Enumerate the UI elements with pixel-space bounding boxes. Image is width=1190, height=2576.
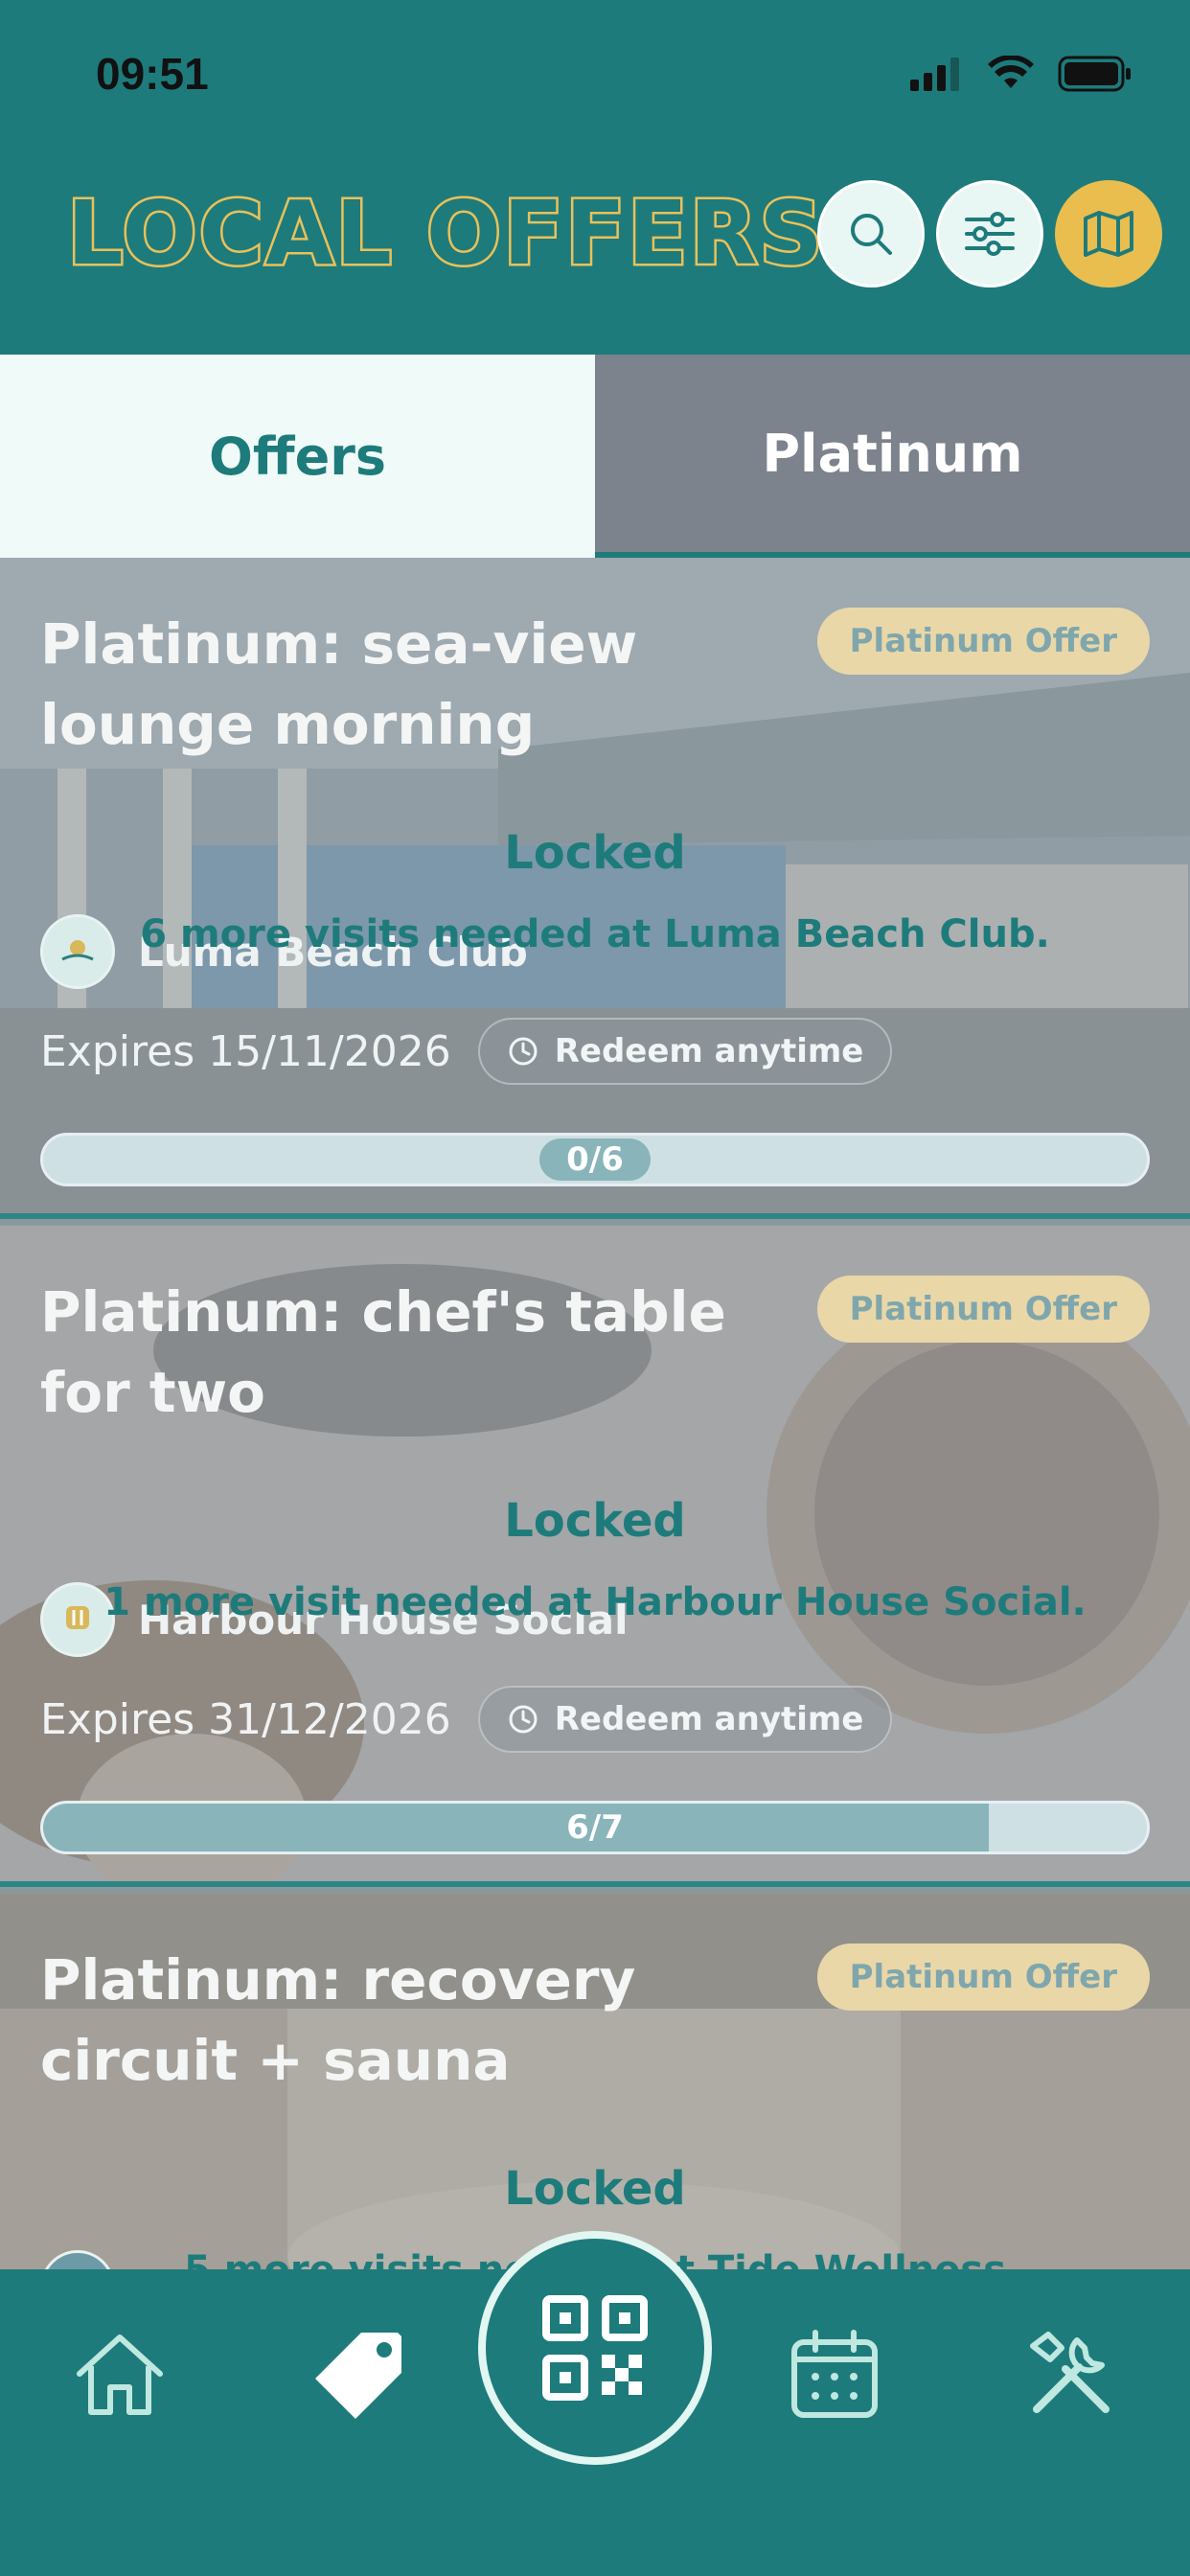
offer-meta: Expires 31/12/2026 Redeem anytime [40, 1686, 893, 1753]
wifi-icon [988, 56, 1034, 88]
clock-icon [509, 1705, 538, 1734]
progress-text: 0/6 [539, 1138, 651, 1181]
tab-bar: Offers Platinum [0, 355, 1190, 558]
offer-card[interactable]: Platinum: chef's table for two Platinum … [0, 1226, 1190, 1887]
locked-label: Locked [504, 826, 686, 880]
redeem-label: Redeem anytime [554, 1032, 864, 1070]
nav-tools[interactable] [1018, 2322, 1124, 2427]
expiry-date: Expires 31/12/2026 [40, 1694, 451, 1744]
calendar-icon [791, 2330, 878, 2418]
progress-text: 6/7 [566, 1808, 624, 1847]
status-icons [910, 56, 1133, 92]
offer-card[interactable]: Platinum: recovery circuit + sauna Plati… [0, 1894, 1190, 2269]
clock-icon [509, 1037, 538, 1066]
tab-offers[interactable]: Offers [0, 355, 595, 558]
sliders-icon [965, 212, 1015, 256]
platinum-badge: Platinum Offer [816, 608, 1150, 675]
status-time: 09:51 [96, 49, 209, 99]
scan-qr-button[interactable] [478, 2231, 712, 2465]
home-icon [77, 2334, 163, 2415]
visit-progress-bar: 6/7 [40, 1801, 1150, 1854]
tools-icon [1030, 2332, 1110, 2413]
app-header: LOCAL OFFERS [0, 144, 1190, 355]
tag-icon [315, 2333, 401, 2419]
bottom-nav [0, 2231, 1190, 2576]
redeem-pill: Redeem anytime [477, 1686, 893, 1753]
map-icon [1084, 211, 1133, 257]
offer-card[interactable]: Platinum: sea-view lounge morning Platin… [0, 558, 1190, 1219]
signal-icon [910, 58, 959, 91]
map-button[interactable] [1055, 180, 1162, 288]
battery-icon [1058, 56, 1131, 92]
offer-list[interactable]: Platinum: sea-view lounge morning Platin… [0, 558, 1190, 2269]
locked-label: Locked [504, 2162, 686, 2216]
offer-title: Platinum: recovery circuit + sauna [40, 1947, 636, 2093]
filter-button[interactable] [936, 180, 1043, 288]
qr-code-icon [542, 2295, 648, 2401]
redeem-label: Redeem anytime [554, 1700, 864, 1738]
offer-meta: Expires 15/11/2026 Redeem anytime [40, 1018, 893, 1085]
page-title: LOCAL OFFERS [65, 180, 826, 288]
tab-platinum[interactable]: Platinum [595, 355, 1190, 558]
platinum-badge: Platinum Offer [816, 1944, 1150, 2011]
expiry-date: Expires 15/11/2026 [40, 1026, 451, 1076]
platinum-badge: Platinum Offer [816, 1276, 1150, 1343]
search-button[interactable] [817, 180, 925, 288]
visit-progress-bar: 0/6 [40, 1133, 1150, 1186]
nav-home[interactable] [67, 2322, 172, 2427]
search-icon [851, 214, 892, 255]
redeem-pill: Redeem anytime [477, 1018, 893, 1085]
locked-message: 1 more visit needed at Harbour House Soc… [103, 1580, 1087, 1624]
nav-offers[interactable] [307, 2322, 412, 2427]
locked-label: Locked [504, 1494, 686, 1548]
locked-message: 6 more visits needed at Luma Beach Club. [140, 912, 1050, 956]
offer-title: Platinum: chef's table for two [40, 1279, 726, 1425]
offer-title: Platinum: sea-view lounge morning [40, 611, 638, 757]
status-bar: 09:51 [0, 0, 1190, 144]
nav-calendar[interactable] [782, 2322, 887, 2427]
